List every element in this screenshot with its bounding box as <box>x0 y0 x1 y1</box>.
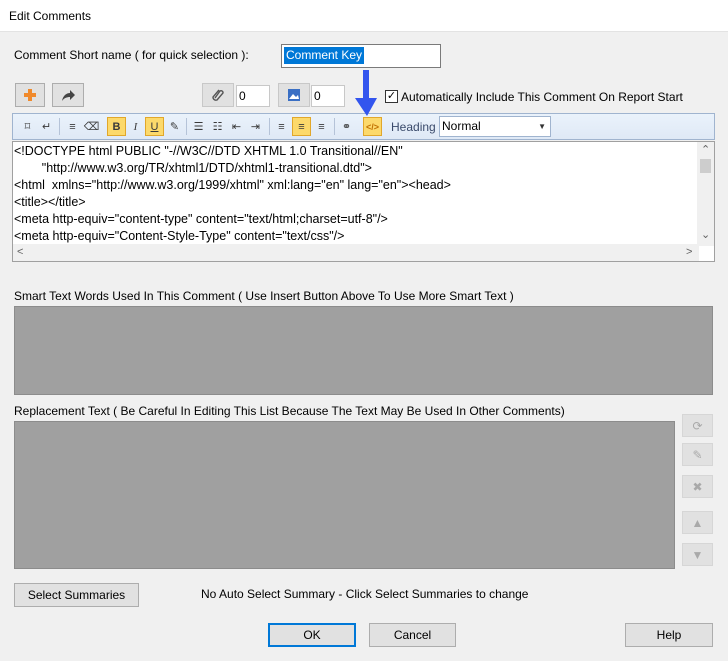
delete-button[interactable]: ✖ <box>682 475 713 498</box>
wrench-icon: ✎ <box>692 447 703 462</box>
code-line: <!DOCTYPE html PUBLIC "-//W3C//DTD XHTML… <box>14 144 403 158</box>
align-left-icon[interactable]: ≡ <box>272 117 291 136</box>
link-icon[interactable]: ⚭ <box>337 117 356 136</box>
cancel-button[interactable]: Cancel <box>369 623 456 647</box>
summary-status: No Auto Select Summary - Click Select Su… <box>201 587 529 601</box>
move-up-button[interactable]: ▲ <box>682 511 713 534</box>
paperclip-icon <box>212 89 224 101</box>
help-button[interactable]: Help <box>625 623 713 647</box>
dropdown-arrow-icon: ▼ <box>538 122 546 131</box>
italic-icon[interactable]: I <box>126 117 145 136</box>
auto-include-label: Automatically Include This Comment On Re… <box>401 90 683 104</box>
brush-icon[interactable]: ✎ <box>165 117 184 136</box>
arrow-down-icon: ▼ <box>691 547 704 562</box>
vertical-scrollbar[interactable]: ⌃ ⌄ <box>697 142 714 246</box>
smart-text-label: Smart Text Words Used In This Comment ( … <box>14 289 514 303</box>
attachments-count: 0 <box>236 85 270 107</box>
edit-button[interactable]: ✎ <box>682 443 713 466</box>
refresh-icon: ⟳ <box>692 418 703 433</box>
code-line: "http://www.w3.org/TR/xhtml1/DTD/xhtml1-… <box>14 161 372 175</box>
checkmark-icon: ✓ <box>386 90 397 102</box>
justify-icon[interactable]: ≡ <box>63 117 82 136</box>
code-line: <html xmlns="http://www.w3.org/1999/xhtm… <box>14 178 451 192</box>
pointer-arrow-icon <box>355 70 377 116</box>
ok-button[interactable]: OK <box>268 623 356 647</box>
underline-icon[interactable]: U <box>145 117 164 136</box>
code-line: <title></title> <box>14 195 86 209</box>
add-comment-button[interactable] <box>15 83 45 107</box>
window-title: Edit Comments <box>9 9 92 23</box>
html-editor[interactable]: <!DOCTYPE html PUBLIC "-//W3C//DTD XHTML… <box>12 141 715 262</box>
align-right-icon[interactable]: ≡ <box>312 117 331 136</box>
scroll-down-icon[interactable]: ⌄ <box>701 228 710 241</box>
code-line: <meta http-equiv="content-type" content=… <box>14 212 388 226</box>
scroll-up-icon[interactable]: ⌃ <box>701 143 710 156</box>
numbered-list-icon[interactable]: ☰ <box>189 117 208 136</box>
heading-label: Heading <box>391 120 436 134</box>
image-button[interactable] <box>278 83 310 107</box>
close-icon: ✖ <box>692 479 703 494</box>
smart-text-list[interactable] <box>14 306 713 395</box>
replacement-text-list[interactable] <box>14 421 675 569</box>
select-summaries-button[interactable]: Select Summaries <box>14 583 139 607</box>
image-icon <box>288 89 300 101</box>
heading-select[interactable]: Normal ▼ <box>439 116 551 137</box>
arrow-up-icon: ▲ <box>691 515 704 530</box>
eraser-icon[interactable]: ⌫ <box>82 117 101 136</box>
move-down-button[interactable]: ▼ <box>682 543 713 566</box>
code-line: <meta http-equiv="Content-Style-Type" co… <box>14 229 345 243</box>
align-center-icon[interactable]: ≡ <box>292 117 311 136</box>
bullet-list-icon[interactable]: ☷ <box>208 117 227 136</box>
images-count: 0 <box>311 85 345 107</box>
short-name-value: Comment Key <box>284 47 365 64</box>
plus-icon <box>24 89 36 101</box>
indent-icon[interactable]: ⇥ <box>246 117 265 136</box>
attach-button[interactable] <box>202 83 234 107</box>
heading-value: Normal <box>442 119 481 133</box>
scroll-thumb[interactable] <box>700 159 711 173</box>
editor-code: <!DOCTYPE html PUBLIC "-//W3C//DTD XHTML… <box>14 143 714 245</box>
refresh-button[interactable]: ⟳ <box>682 414 713 437</box>
auto-include-checkbox[interactable]: ✓ <box>385 90 398 103</box>
replacement-text-label: Replacement Text ( Be Careful In Editing… <box>14 404 565 418</box>
short-name-label: Comment Short name ( for quick selection… <box>14 48 249 62</box>
short-name-input[interactable]: Comment Key <box>281 44 441 68</box>
outdent-icon[interactable]: ⇤ <box>227 117 246 136</box>
share-arrow-icon <box>61 89 75 101</box>
strip-icon[interactable]: ⌑ <box>18 117 37 136</box>
bold-icon[interactable]: B <box>107 117 126 136</box>
scroll-right-icon[interactable]: > <box>686 246 692 258</box>
title-bar: Edit Comments <box>0 0 728 32</box>
line-break-icon[interactable]: ↵ <box>37 117 56 136</box>
share-button[interactable] <box>52 83 84 107</box>
scroll-left-icon[interactable]: < <box>17 246 23 258</box>
horizontal-scrollbar[interactable]: < > <box>13 244 699 261</box>
html-source-icon[interactable]: </> <box>363 117 382 136</box>
